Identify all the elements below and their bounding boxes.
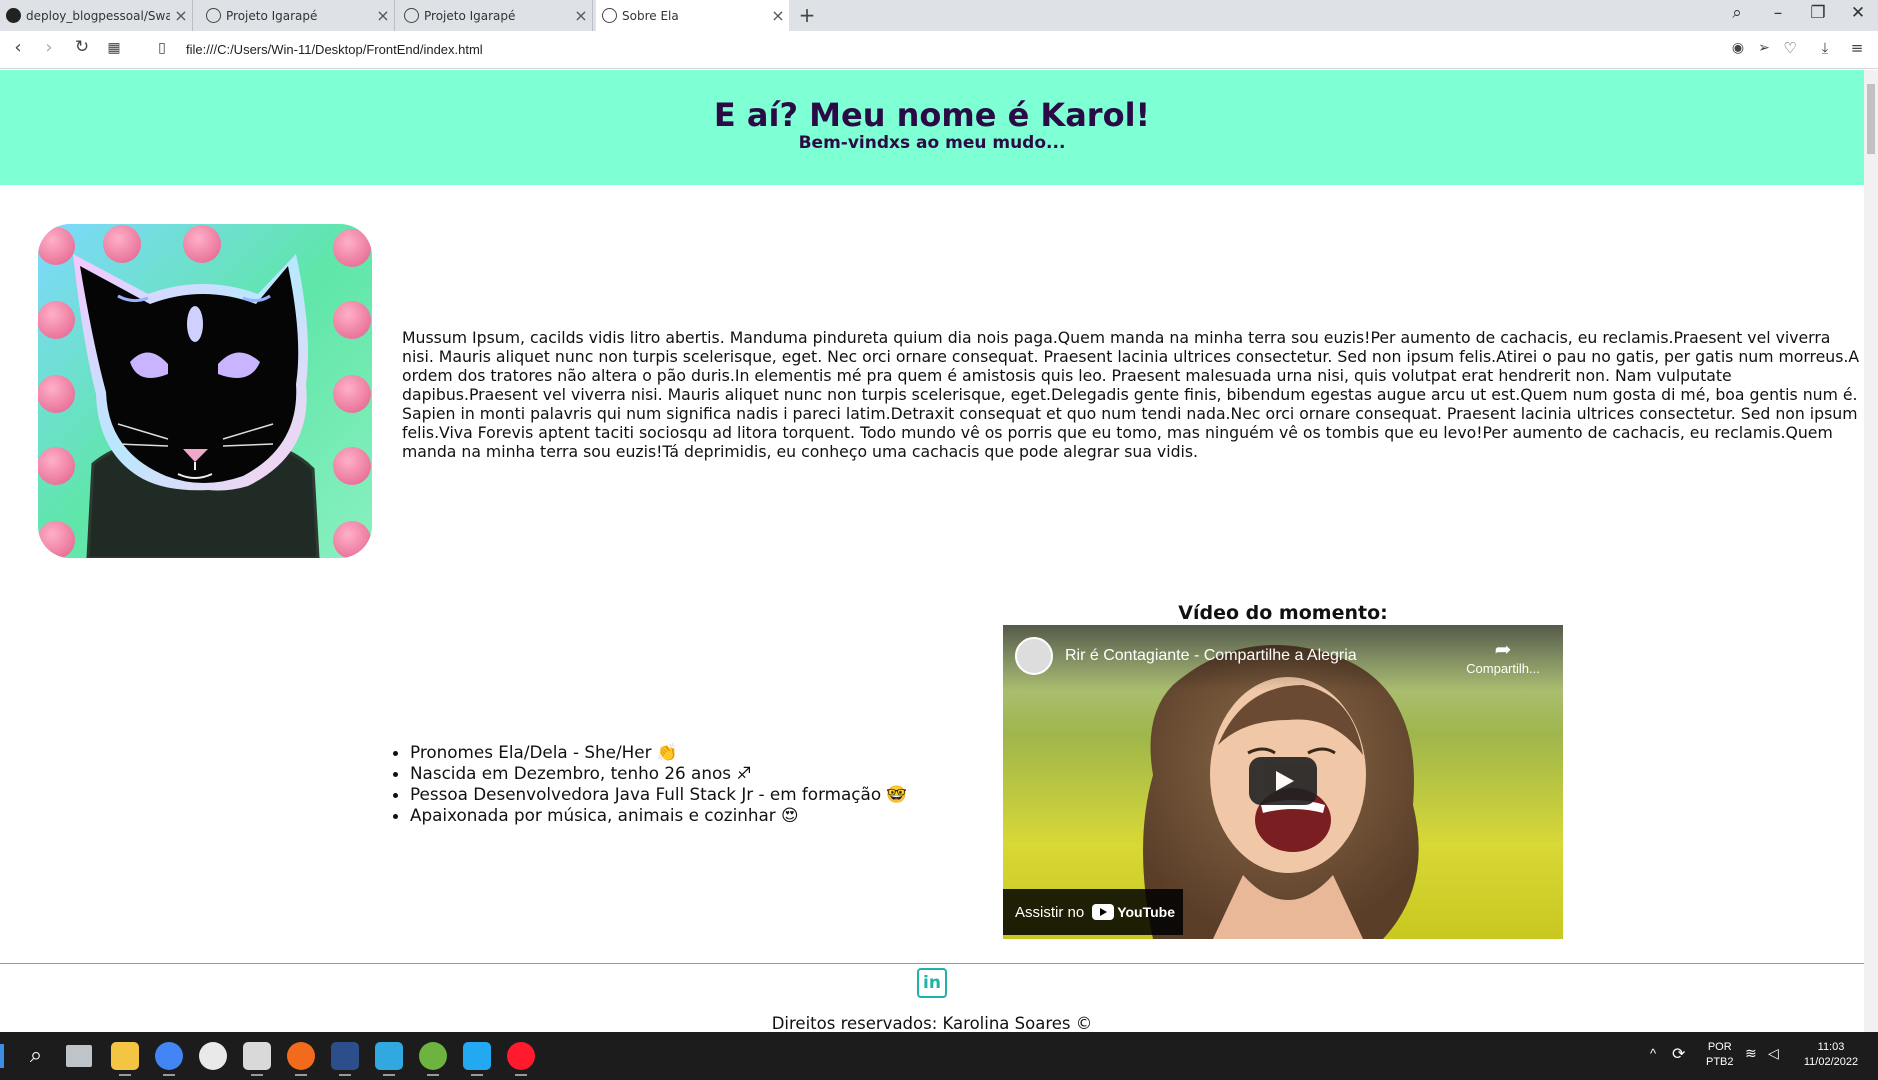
video-section-title: Vídeo do momento: — [1178, 602, 1388, 624]
tab-projeto-igarape-2[interactable]: Projeto Igarapé × — [398, 0, 593, 31]
start-icon[interactable] — [0, 1044, 4, 1068]
page-icon: ▯ — [158, 40, 166, 56]
profile-avatar — [38, 224, 372, 558]
close-icon[interactable]: × — [170, 6, 192, 25]
youtube-wordmark: YouTube — [1117, 904, 1175, 920]
language-code: POR — [1707, 1041, 1732, 1053]
youtube-embed[interactable]: Rir é Contagiante - Compartilhe a Alegri… — [1003, 625, 1563, 939]
keyboard-layout: PTB2 — [1706, 1056, 1734, 1068]
list-item: Apaixonada por música, animais e cozinha… — [410, 805, 907, 826]
linkedin-icon[interactable]: in — [917, 968, 947, 998]
clock-date: 11/02/2022 — [1803, 1056, 1859, 1068]
tab-title: deploy_blogpessoal/Swagg — [26, 8, 170, 23]
intro-paragraph: Mussum Ipsum, cacilds vidis litro aberti… — [402, 328, 1860, 461]
list-item: Nascida em Dezembro, tenho 26 anos ♐ — [410, 763, 907, 784]
close-icon[interactable]: × — [372, 6, 394, 25]
youtube-logo: YouTube — [1092, 904, 1175, 920]
video-title[interactable]: Rir é Contagiante - Compartilhe a Alegri… — [1065, 647, 1357, 665]
copyright-text: Direitos reservados: Karolina Soares © — [771, 1014, 1093, 1032]
list-item: Pronomes Ela/Dela - She/Her 👏 — [410, 742, 907, 763]
volume-icon[interactable]: ◁ — [1768, 1045, 1779, 1062]
footer-divider — [0, 963, 1864, 964]
restore-icon[interactable]: ❐ — [1803, 3, 1833, 23]
url-field[interactable]: file:///C:/Users/Win-11/Desktop/FrontEnd… — [186, 42, 483, 57]
cat-mask-portrait — [38, 224, 372, 558]
speed-dial-icon[interactable]: ▦ — [102, 40, 126, 56]
windows-taskbar: ⌕ ^ ⟳ POR PTB2 ≋ ◁ 11:03 11/02/2022 — [0, 1032, 1878, 1080]
watch-on-label: Assistir no — [1015, 903, 1085, 921]
camera-icon[interactable]: ◉ — [1726, 40, 1750, 56]
wifi-icon[interactable]: ≋ — [1745, 1045, 1757, 1062]
hero-header: E aí? Meu nome é Karol! Bem-vindxs ao me… — [0, 70, 1864, 185]
page-viewport: E aí? Meu nome é Karol! Bem-vindxs ao me… — [0, 70, 1864, 1032]
channel-avatar[interactable] — [1015, 637, 1053, 675]
watch-on-youtube-button[interactable]: Assistir no YouTube — [1003, 889, 1183, 935]
snipping-tool-icon[interactable] — [243, 1042, 271, 1076]
search-icon[interactable]: ⌕ — [22, 1042, 50, 1070]
close-icon[interactable]: × — [570, 6, 592, 25]
clock[interactable]: 11:03 11/02/2022 — [1798, 1040, 1864, 1070]
chrome-icon[interactable] — [155, 1042, 183, 1076]
file-explorer-icon[interactable] — [111, 1042, 139, 1076]
tab-title: Projeto Igarapé — [424, 8, 516, 23]
slack-icon[interactable] — [199, 1042, 227, 1070]
new-tab-button[interactable]: + — [796, 3, 818, 27]
back-icon[interactable]: ‹ — [6, 37, 30, 58]
minimize-icon[interactable]: – — [1763, 3, 1793, 23]
task-view-icon[interactable] — [66, 1045, 92, 1067]
globe-icon — [404, 8, 419, 23]
tab-projeto-igarape-1[interactable]: Projeto Igarapé × — [200, 0, 395, 31]
globe-icon — [602, 8, 617, 23]
sync-icon[interactable]: ⟳ — [1672, 1044, 1685, 1064]
share-icon: ➦ — [1494, 639, 1512, 661]
facts-list: Pronomes Ela/Dela - She/Her 👏 Nascida em… — [410, 742, 907, 826]
send-icon[interactable]: ➢ — [1752, 40, 1776, 56]
page-subtitle: Bem-vindxs ao meu mudo... — [798, 133, 1066, 153]
github-icon — [6, 8, 21, 23]
list-item: Pessoa Desenvolvedora Java Full Stack Jr… — [410, 784, 907, 805]
scrollbar-thumb[interactable] — [1867, 84, 1875, 154]
tab-deploy-blogpessoal[interactable]: deploy_blogpessoal/Swagg × — [0, 0, 193, 31]
address-bar: ‹ › ↻ ▦ ▯ file:///C:/Users/Win-11/Deskto… — [0, 31, 1878, 69]
menu-icon[interactable]: ≡ — [1845, 39, 1869, 57]
close-window-icon[interactable]: ✕ — [1843, 3, 1873, 23]
postman-icon[interactable] — [287, 1042, 315, 1076]
vertical-scrollbar[interactable] — [1864, 70, 1878, 1032]
tab-title: Sobre Ela — [622, 8, 679, 23]
tab-title: Projeto Igarapé — [226, 8, 318, 23]
sts-icon[interactable] — [331, 1042, 359, 1076]
reload-icon[interactable]: ↻ — [70, 37, 94, 57]
tray-chevron-icon[interactable]: ^ — [1650, 1046, 1656, 1061]
globe-icon — [206, 8, 221, 23]
download-icon[interactable]: ⤓ — [1813, 39, 1837, 57]
youtube-play-icon — [1092, 904, 1115, 920]
clock-time: 11:03 — [1817, 1041, 1845, 1053]
vscode-icon[interactable] — [463, 1042, 491, 1076]
share-label: Compartilh... — [1466, 661, 1540, 676]
share-button[interactable]: ➦ Compartilh... — [1458, 639, 1548, 676]
close-icon[interactable]: × — [767, 6, 789, 25]
tab-sobre-ela[interactable]: Sobre Ela × — [596, 0, 789, 31]
play-button[interactable] — [1249, 757, 1317, 805]
notepad-icon[interactable] — [375, 1042, 403, 1076]
language-indicator[interactable]: POR PTB2 — [1706, 1040, 1734, 1070]
tab-bar: deploy_blogpessoal/Swagg × Projeto Igara… — [0, 0, 1878, 31]
page-title: E aí? Meu nome é Karol! — [713, 96, 1151, 134]
heart-icon[interactable]: ♡ — [1778, 39, 1802, 57]
spring-icon[interactable] — [419, 1042, 447, 1076]
search-tabs-icon[interactable]: ⌕ — [1722, 3, 1752, 23]
opera-icon[interactable] — [507, 1042, 535, 1076]
forward-icon[interactable]: › — [37, 37, 61, 58]
